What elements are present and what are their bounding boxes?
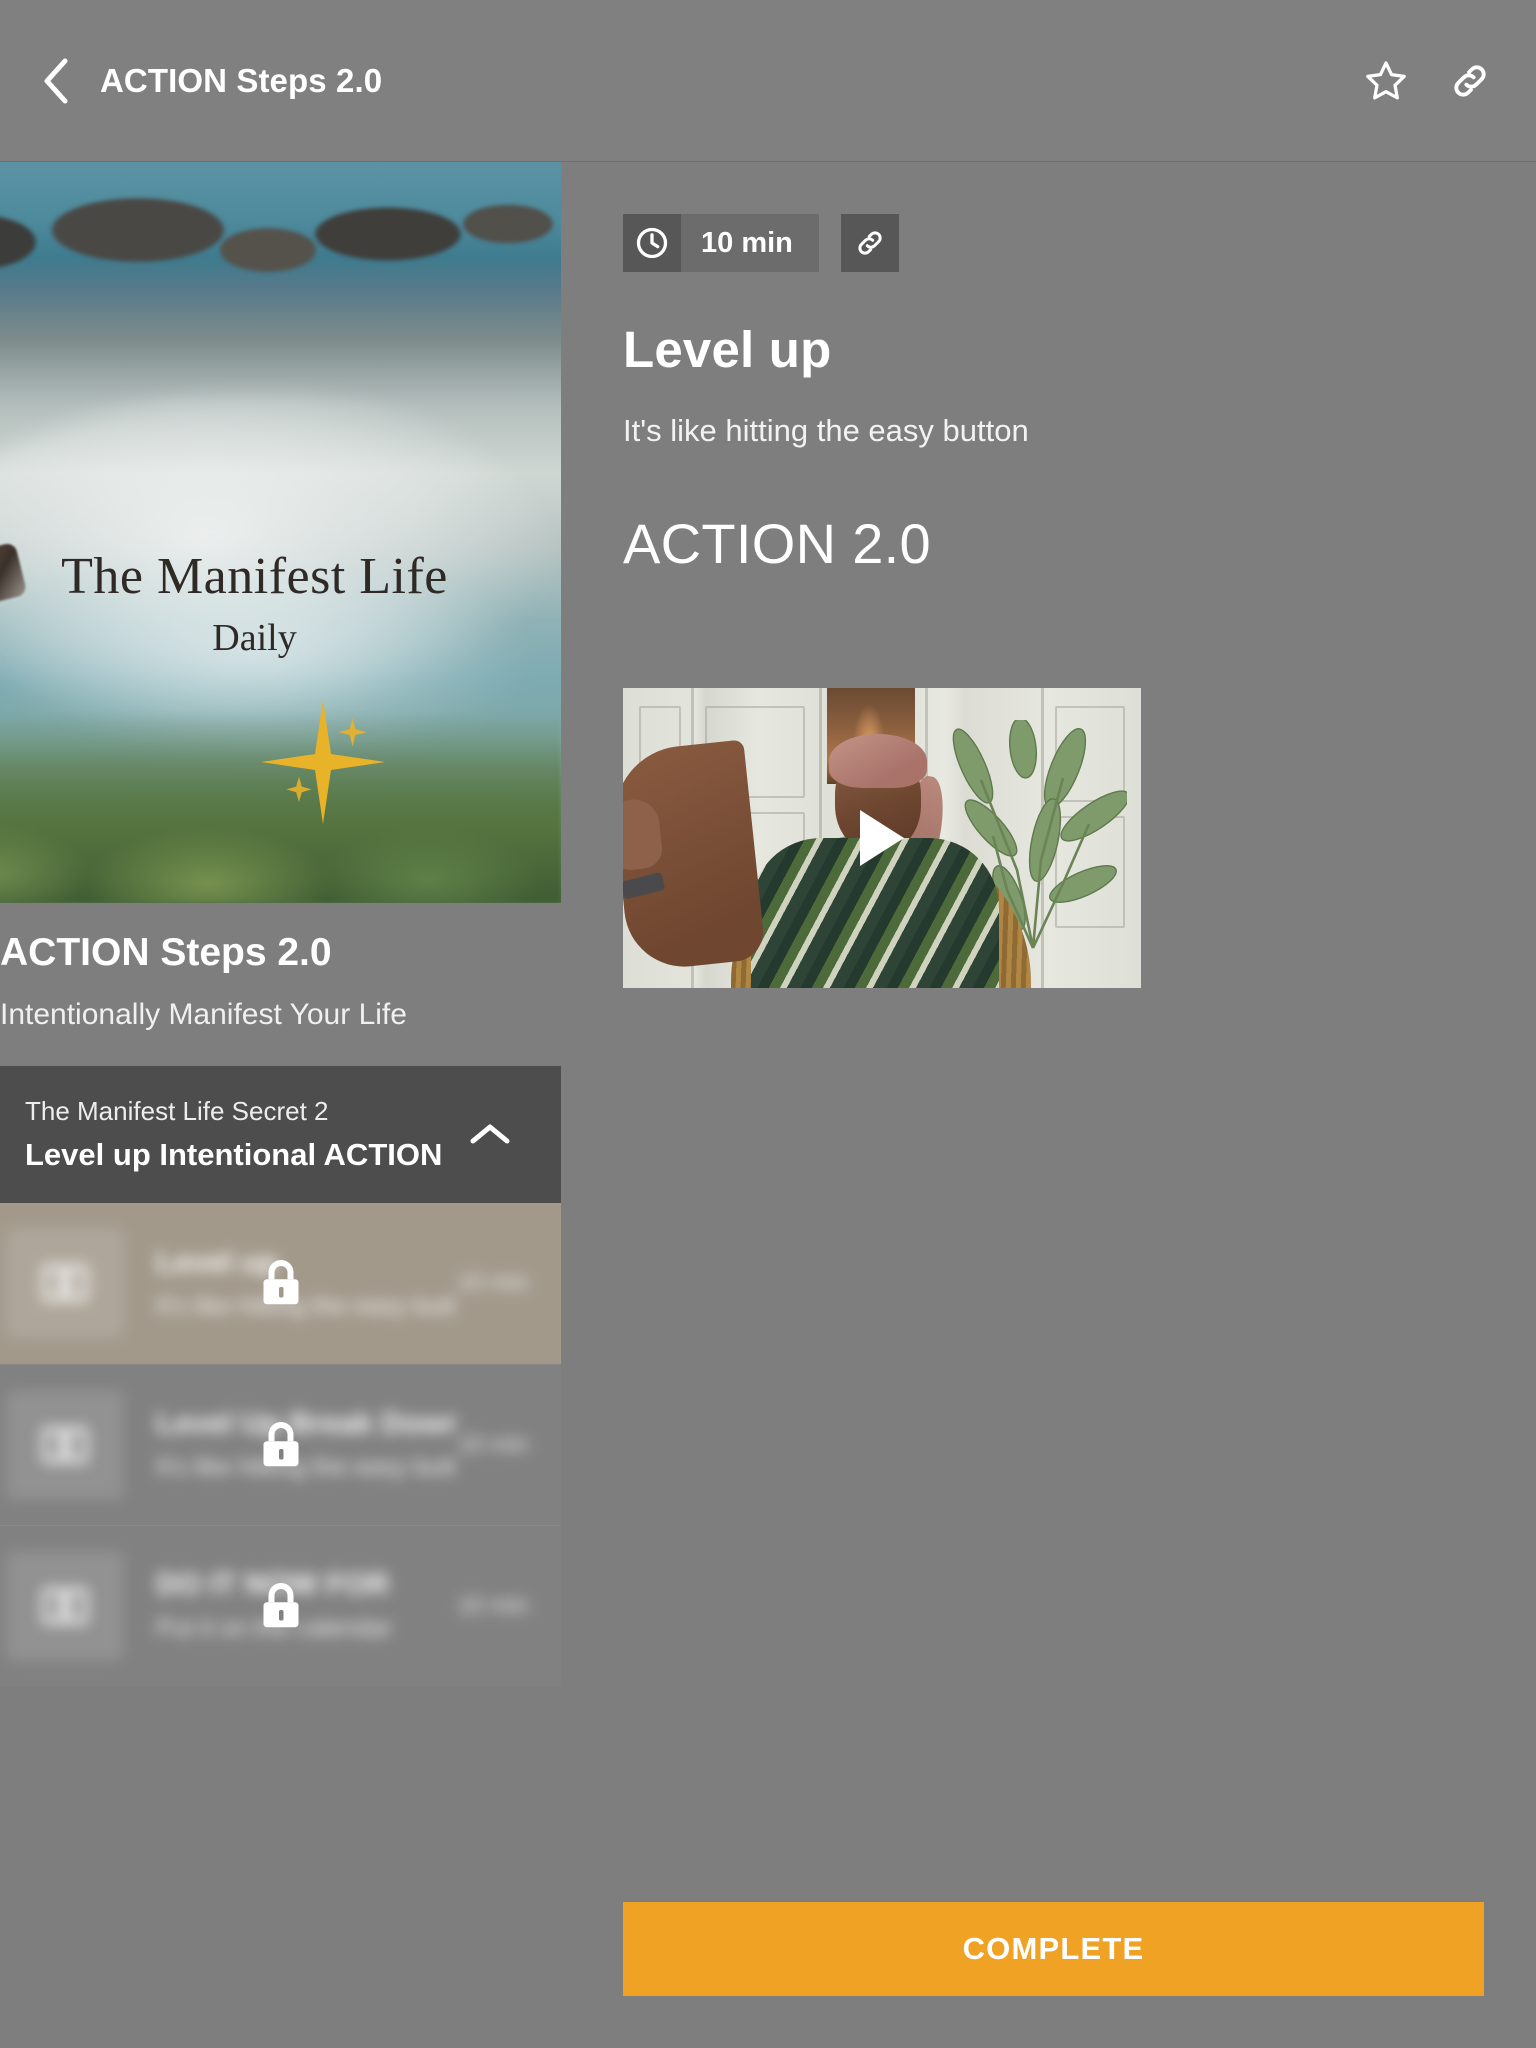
play-triangle-icon[interactable] [860,810,904,866]
star-outline-icon [1366,60,1406,99]
sparkle-star-icon [261,700,385,824]
lesson-duration: 10 min [456,1269,529,1297]
lesson-main-panel: 10 min Level up It's like hitting the ea… [561,162,1536,2048]
complete-button-label: COMPLETE [962,1931,1145,1966]
back-button[interactable] [30,55,82,107]
chevron-up-icon [470,1124,510,1144]
lesson-badges: 10 min [623,214,1484,272]
section-title: Level up Intentional ACTION [25,1136,443,1172]
lesson-thumbnail [6,1550,124,1661]
link-icon [1454,64,1486,97]
lesson-texts: Level up It's like hitting the easy butt… [156,1246,457,1321]
lesson-content: DO IT NOW FOR Put it on the calendar 10 … [0,1550,561,1661]
lesson-list: Level up It's like hitting the easy butt… [0,1202,561,1686]
lesson-subtitle: It's like hitting the easy button [156,1291,457,1320]
hero-person-silhouette [0,363,48,903]
duration-text: 10 min [701,226,793,259]
lesson-row-level-up[interactable]: Level up It's like hitting the easy butt… [0,1202,561,1364]
video-person-arm [623,739,767,973]
lesson-video-player[interactable] [623,688,1141,988]
lesson-duration: 10 min [456,1430,529,1458]
lesson-content: Level Up Break Down It's like hitting th… [0,1389,561,1500]
chevron-left-icon [44,58,68,103]
course-meta: ACTION Steps 2.0 Intentionally Manifest … [0,903,561,1066]
lesson-subtitle: Put it on the calendar [156,1614,393,1643]
lesson-thumbnail [6,1389,124,1500]
course-sidebar: The Manifest Life Daily ACTION Steps 2.0… [0,162,561,2048]
header-left-group: ACTION Steps 2.0 [30,55,1358,107]
course-tagline: Intentionally Manifest Your Life [0,997,407,1031]
lesson-share-button[interactable] [840,214,899,272]
lesson-texts: DO IT NOW FOR Put it on the calendar [156,1568,457,1643]
duration-badge: 10 min [623,214,819,272]
book-icon [42,1265,88,1302]
app-root: ACTION Steps 2.0 The Manifest Life Daily… [0,0,1536,2048]
section-header-texts: The Manifest Life Secret 2 Level up Inte… [25,1096,442,1173]
book-icon [42,1426,88,1464]
course-name: ACTION Steps 2.0 [0,931,332,974]
link-icon [858,231,882,255]
lesson-duration: 10 min [456,1591,529,1619]
content-heading: ACTION 2.0 [623,512,931,575]
lesson-content: Level up It's like hitting the easy butt… [0,1228,561,1339]
lesson-row-level-up-break-down[interactable]: Level Up Break Down It's like hitting th… [0,1363,561,1525]
header-actions [1358,53,1498,109]
lesson-subtitle: It's like hitting the easy button [156,1453,457,1482]
book-icon [42,1587,88,1625]
lesson-title: Level Up Break Down [156,1407,457,1441]
section-kicker: The Manifest Life Secret 2 [25,1095,329,1126]
lesson-subheading: It's like hitting the easy button [623,413,1029,448]
lesson-heading: Level up [623,321,832,378]
app-header: ACTION Steps 2.0 [0,0,1536,162]
clock-icon [636,227,668,259]
clock-icon-wrap [623,214,681,272]
lesson-thumbnail [6,1228,124,1339]
video-person-headwrap [829,734,927,788]
course-hero-image: The Manifest Life Daily [0,162,561,903]
lesson-title: DO IT NOW FOR [156,1568,390,1602]
video-person-watch [623,871,666,900]
page-title: ACTION Steps 2.0 [100,61,383,99]
lesson-texts: Level Up Break Down It's like hitting th… [156,1407,457,1482]
body-container: The Manifest Life Daily ACTION Steps 2.0… [0,162,1536,2048]
video-person-hand [623,796,664,872]
complete-button[interactable]: COMPLETE [623,1902,1484,1996]
section-collapse-toggle[interactable] [467,1111,513,1157]
lesson-title: Level up [156,1245,278,1279]
share-link-button[interactable] [1442,53,1498,109]
favorite-button[interactable] [1358,53,1414,109]
section-header-level-up[interactable]: The Manifest Life Secret 2 Level up Inte… [0,1065,561,1203]
hero-rocks [0,172,561,302]
lesson-row-do-it-now[interactable]: DO IT NOW FOR Put it on the calendar 10 … [0,1524,561,1686]
